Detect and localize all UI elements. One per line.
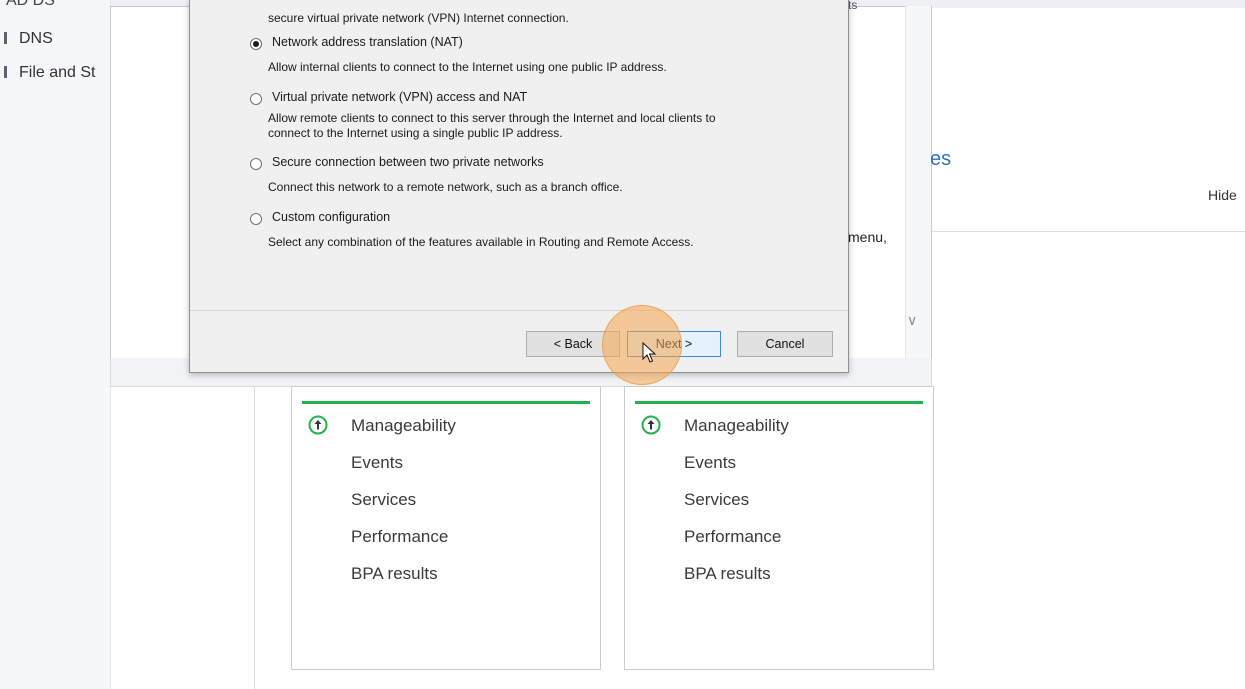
card-item-bpa-results[interactable]: BPA results [351, 564, 438, 584]
card-item-manageability[interactable]: Manageability [684, 416, 789, 436]
radio-vpn-nat[interactable] [250, 93, 262, 105]
scrollbar-track[interactable] [905, 6, 931, 358]
nav-item-label: DNS [19, 30, 53, 47]
nav-item-file-storage[interactable]: File and St [4, 64, 95, 82]
background-text-fragment: ts [848, 0, 858, 12]
radio-custom-configuration[interactable] [250, 213, 262, 225]
option-description: Allow remote clients to connect to this … [268, 111, 716, 125]
server-role-icon [4, 32, 7, 44]
server-group-card: Manageability Events Services Performanc… [624, 386, 934, 670]
nav-item-dns[interactable]: DNS [4, 30, 53, 48]
cancel-button[interactable]: Cancel [737, 331, 833, 357]
server-role-icon [4, 66, 7, 78]
divider [254, 386, 255, 689]
status-bar [302, 401, 590, 404]
option-description: connect to the Internet using a single p… [268, 126, 563, 140]
routing-wizard-dialog: secure virtual private network (VPN) Int… [189, 0, 849, 373]
card-item-manageability[interactable]: Manageability [351, 416, 456, 436]
option-description: Select any combination of the features a… [268, 235, 694, 249]
chevron-down-icon[interactable]: ∨ [907, 312, 917, 329]
wizard-options-panel: secure virtual private network (VPN) Int… [190, 0, 848, 310]
radio-nat[interactable] [250, 38, 262, 50]
status-up-icon [641, 415, 661, 435]
card-item-services[interactable]: Services [351, 490, 416, 510]
option-label-custom-configuration[interactable]: Custom configuration [272, 210, 390, 224]
option-label-nat[interactable]: Network address translation (NAT) [272, 35, 463, 49]
divider [930, 231, 1245, 232]
left-nav: AD DS DNS File and St [0, 0, 111, 689]
radio-secure-connection[interactable] [250, 158, 262, 170]
option-label-secure-connection[interactable]: Secure connection between two private ne… [272, 155, 544, 169]
nav-item-label: File and St [19, 64, 96, 81]
background-link-fragment[interactable]: es [930, 148, 951, 171]
background-text-menu: menu, [848, 229, 887, 245]
card-item-services[interactable]: Services [684, 490, 749, 510]
hide-link[interactable]: Hide [1208, 187, 1237, 203]
option-description: Allow internal clients to connect to the… [268, 60, 667, 74]
divider [190, 310, 848, 311]
status-bar [635, 401, 923, 404]
card-item-events[interactable]: Events [351, 453, 403, 473]
status-up-icon [308, 415, 328, 435]
option-description: Connect this network to a remote network… [268, 180, 623, 194]
mouse-pointer-icon [642, 342, 657, 363]
option-description: secure virtual private network (VPN) Int… [268, 11, 569, 25]
server-group-card: Manageability Events Services Performanc… [291, 386, 601, 670]
card-item-performance[interactable]: Performance [684, 527, 781, 547]
card-item-events[interactable]: Events [684, 453, 736, 473]
nav-item-ad-ds-partial[interactable]: AD DS [6, 0, 55, 10]
card-item-bpa-results[interactable]: BPA results [684, 564, 771, 584]
card-item-performance[interactable]: Performance [351, 527, 448, 547]
option-label-vpn-nat[interactable]: Virtual private network (VPN) access and… [272, 90, 527, 104]
